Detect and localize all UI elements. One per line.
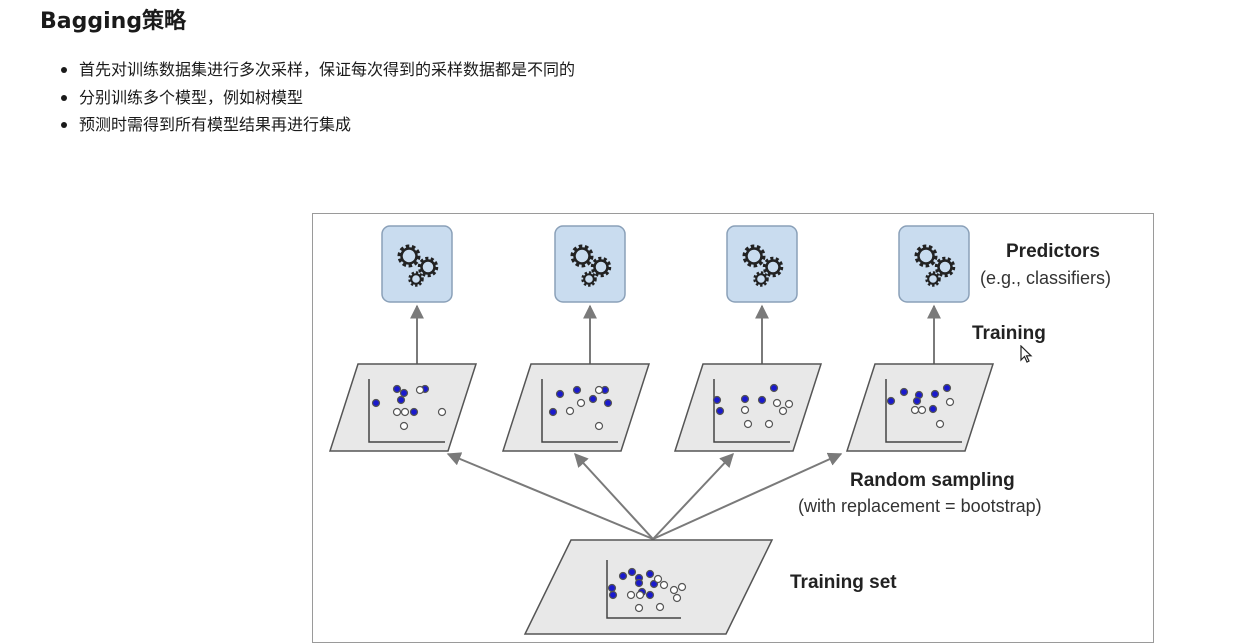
mouse-cursor-icon [1020,345,1033,363]
predictor-3 [726,225,798,303]
sampling-arrows [446,452,843,540]
training-label: Training [972,323,1046,344]
random-sampling-label: Random sampling [850,470,1015,491]
sample-panel-1 [328,363,478,452]
predictors-sub-label: (e.g., classifiers) [980,268,1112,288]
bullet-item: 分别训练多个模型，例如树模型 [58,84,575,112]
sample-panel-2 [501,363,651,452]
page-title: Bagging策略 [40,9,187,34]
predictor-1 [381,225,453,303]
sample-panel-4 [845,363,995,452]
sample-panel-3 [673,363,823,452]
training-set-label: Training set [790,572,897,593]
bullet-list: 首先对训练数据集进行多次采样，保证每次得到的采样数据都是不同的 分别训练多个模型… [58,56,575,139]
bullet-item: 首先对训练数据集进行多次采样，保证每次得到的采样数据都是不同的 [58,56,575,84]
predictor-2 [554,225,626,303]
training-set-panel [523,539,774,635]
random-sampling-sub-label: (with replacement = bootstrap) [798,496,1042,516]
bullet-item: 预测时需得到所有模型结果再进行集成 [58,111,575,139]
bagging-diagram: Predictors (e.g., classifiers) Training … [312,213,1154,643]
predictor-4 [898,225,970,303]
predictors-label: Predictors [1006,241,1100,262]
training-arrows [410,304,941,364]
